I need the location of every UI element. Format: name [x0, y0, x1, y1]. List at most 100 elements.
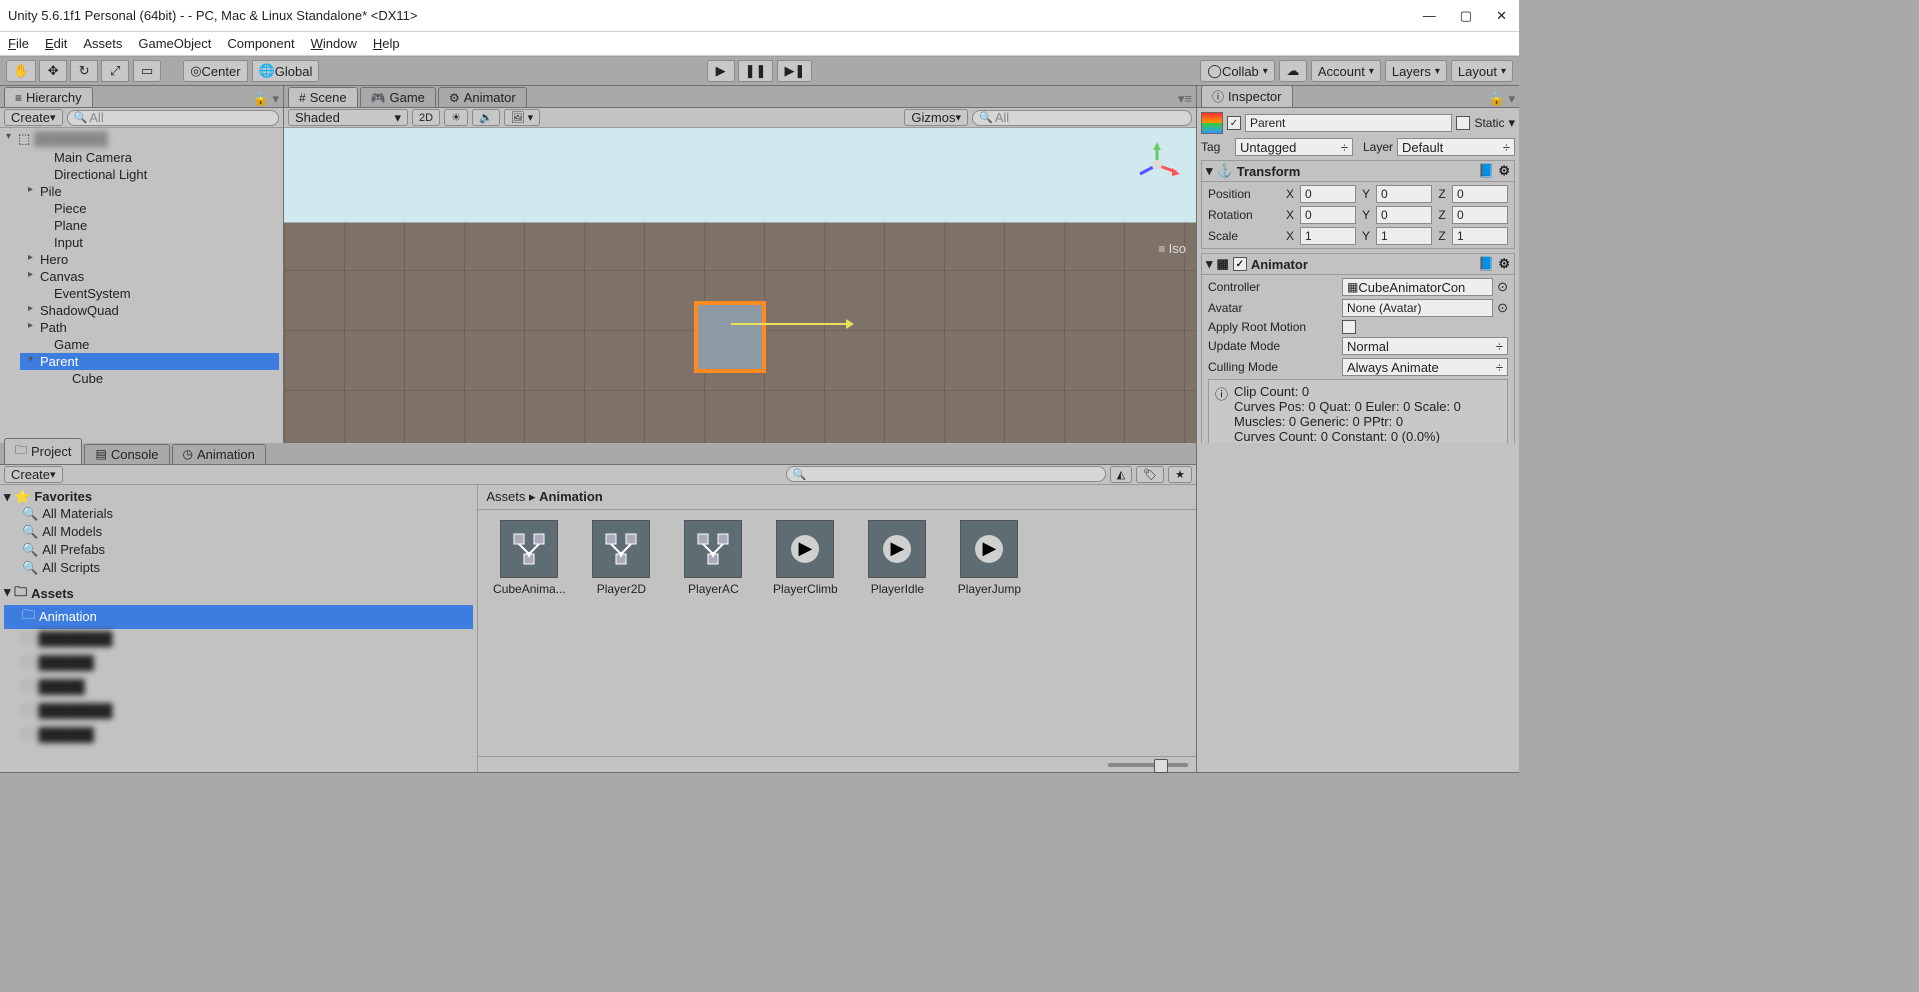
scene-options-icon[interactable]: ▾≡ — [1174, 91, 1196, 107]
pause-button[interactable]: ❚❚ — [738, 60, 774, 82]
minimize-button[interactable]: — — [1423, 8, 1436, 24]
inspector-lock-icon[interactable]: 🔒 ▾ — [1485, 91, 1519, 107]
folder-animation[interactable]: 🗀 Animation — [4, 605, 473, 629]
hierarchy-item[interactable]: Cube — [20, 370, 279, 387]
rootmotion-checkbox[interactable] — [1342, 320, 1356, 334]
step-button[interactable]: ▶❚ — [777, 60, 812, 82]
menu-component[interactable]: Component — [227, 36, 294, 51]
folder-blurred[interactable]: 🗀 ██████ — [4, 725, 473, 749]
animator-foldout-icon[interactable]: ▾ — [1206, 256, 1213, 272]
active-checkbox[interactable] — [1227, 116, 1241, 130]
rotation-y[interactable]: 0 — [1376, 206, 1432, 224]
controller-field[interactable]: ▦ CubeAnimatorCon — [1342, 278, 1493, 296]
asset-item[interactable]: PlayerIdle — [856, 520, 938, 596]
folder-blurred[interactable]: 🗀 █████ — [4, 677, 473, 701]
menu-edit[interactable]: Edit — [45, 36, 67, 51]
menu-gameobject[interactable]: GameObject — [138, 36, 211, 51]
name-field[interactable]: Parent — [1245, 114, 1452, 132]
asset-item[interactable]: PlayerJump — [948, 520, 1030, 596]
fx-toggle[interactable]: 🖼 ▾ — [504, 109, 541, 126]
scene-search[interactable]: 🔍All — [972, 110, 1192, 126]
shading-dropdown[interactable]: Shaded▾ — [288, 109, 408, 126]
game-tab[interactable]: 🎮 Game — [360, 87, 436, 107]
hierarchy-item[interactable]: Main Camera — [20, 149, 279, 166]
rect-tool[interactable]: ▭ — [133, 60, 161, 82]
layer-dropdown[interactable]: Default÷ — [1397, 138, 1515, 156]
cloud-button[interactable]: ☁ — [1279, 60, 1307, 82]
close-button[interactable]: ✕ — [1496, 8, 1507, 24]
hierarchy-item[interactable]: Piece — [20, 200, 279, 217]
hierarchy-create[interactable]: Create ▾ — [4, 109, 63, 126]
account-dropdown[interactable]: Account — [1311, 60, 1381, 82]
menu-help[interactable]: Help — [373, 36, 400, 51]
animation-tab[interactable]: ◷ Animation — [172, 444, 266, 464]
static-checkbox[interactable] — [1456, 116, 1470, 130]
animator-enabled-checkbox[interactable] — [1233, 257, 1247, 271]
favorites-header[interactable]: ▾ ⭐ Favorites — [4, 489, 473, 505]
rotation-z[interactable]: 0 — [1452, 206, 1508, 224]
position-z[interactable]: 0 — [1452, 185, 1508, 203]
folder-blurred[interactable]: 🗀 ██████ — [4, 653, 473, 677]
favorite-item[interactable]: 🔍 All Materials — [4, 505, 473, 523]
hierarchy-tab[interactable]: ≡ Hierarchy — [4, 87, 93, 107]
hierarchy-item[interactable]: Pile — [20, 183, 279, 200]
console-tab[interactable]: ▤ Console — [84, 444, 169, 464]
folder-blurred[interactable]: 🗀 ████████ — [4, 629, 473, 653]
favorite-item[interactable]: 🔍 All Scripts — [4, 559, 473, 577]
asset-item[interactable]: CubeAnima... — [488, 520, 570, 596]
pivot-toggle[interactable]: ◎ Center — [183, 60, 247, 82]
search-by-label-icon[interactable]: 🏷 — [1136, 466, 1164, 483]
hierarchy-item[interactable]: Parent — [20, 353, 279, 370]
hierarchy-item[interactable]: ShadowQuad — [20, 302, 279, 319]
asset-item[interactable]: Player2D — [580, 520, 662, 596]
gameobject-icon[interactable] — [1201, 112, 1223, 134]
position-y[interactable]: 0 — [1376, 185, 1432, 203]
thumbnail-size-slider[interactable] — [1108, 763, 1188, 767]
save-search-icon[interactable]: ★ — [1168, 466, 1192, 483]
play-button[interactable]: ▶ — [707, 60, 735, 82]
folder-blurred[interactable]: 🗀 ████████ — [4, 701, 473, 725]
scene-root[interactable]: ⬚ ████████ — [0, 130, 283, 148]
menu-window[interactable]: Window — [311, 36, 357, 51]
project-tab[interactable]: 🗀 Project — [4, 438, 82, 464]
menu-assets[interactable]: Assets — [83, 36, 122, 51]
search-by-type-icon[interactable]: ◭ — [1110, 466, 1132, 483]
rotate-tool[interactable]: ↻ — [70, 60, 98, 82]
inspector-tab[interactable]: ⓘ Inspector — [1201, 85, 1293, 107]
asset-item[interactable]: PlayerClimb — [764, 520, 846, 596]
assets-header[interactable]: ▾ 🗀 Assets — [4, 583, 473, 605]
position-x[interactable]: 0 — [1300, 185, 1356, 203]
hand-tool[interactable]: ✋ — [6, 60, 36, 82]
layout-dropdown[interactable]: Layout — [1451, 60, 1513, 82]
selected-object-cube[interactable] — [694, 301, 766, 373]
animator-help-icon[interactable]: 📘 — [1478, 256, 1494, 272]
orientation-gizmo[interactable] — [1134, 142, 1180, 188]
rotation-x[interactable]: 0 — [1300, 206, 1356, 224]
hierarchy-item[interactable]: Hero — [20, 251, 279, 268]
avatar-picker-icon[interactable]: ⊙ — [1497, 300, 1508, 316]
scale-tool[interactable]: ⤢ — [101, 60, 129, 82]
menu-file[interactable]: File — [8, 36, 29, 51]
scale-x[interactable]: 1 — [1300, 227, 1356, 245]
layers-dropdown[interactable]: Layers — [1385, 60, 1447, 82]
scale-z[interactable]: 1 — [1452, 227, 1508, 245]
2d-toggle[interactable]: 2D — [412, 109, 440, 126]
hierarchy-item[interactable]: Path — [20, 319, 279, 336]
avatar-field[interactable]: None (Avatar) — [1342, 299, 1493, 317]
transform-gear-icon[interactable]: ⚙ — [1498, 163, 1510, 179]
static-dropdown-icon[interactable]: ▾ — [1508, 115, 1515, 131]
animator-tab[interactable]: ⚙ Animator — [438, 87, 527, 107]
lighting-toggle[interactable]: ☀ — [444, 109, 468, 126]
scene-viewport[interactable]: ≡ Iso — [284, 128, 1196, 443]
breadcrumb[interactable]: Assets ▸ Animation — [478, 485, 1196, 510]
space-toggle[interactable]: 🌐 Global — [252, 60, 320, 82]
hierarchy-item[interactable]: Canvas — [20, 268, 279, 285]
move-tool[interactable]: ✥ — [39, 60, 67, 82]
cullingmode-dropdown[interactable]: Always Animate÷ — [1342, 358, 1508, 376]
controller-picker-icon[interactable]: ⊙ — [1497, 279, 1508, 295]
scene-tab[interactable]: # Scene — [288, 87, 358, 107]
asset-item[interactable]: PlayerAC — [672, 520, 754, 596]
transform-help-icon[interactable]: 📘 — [1478, 163, 1494, 179]
animator-gear-icon[interactable]: ⚙ — [1498, 256, 1510, 272]
gizmos-dropdown[interactable]: Gizmos ▾ — [904, 109, 968, 126]
